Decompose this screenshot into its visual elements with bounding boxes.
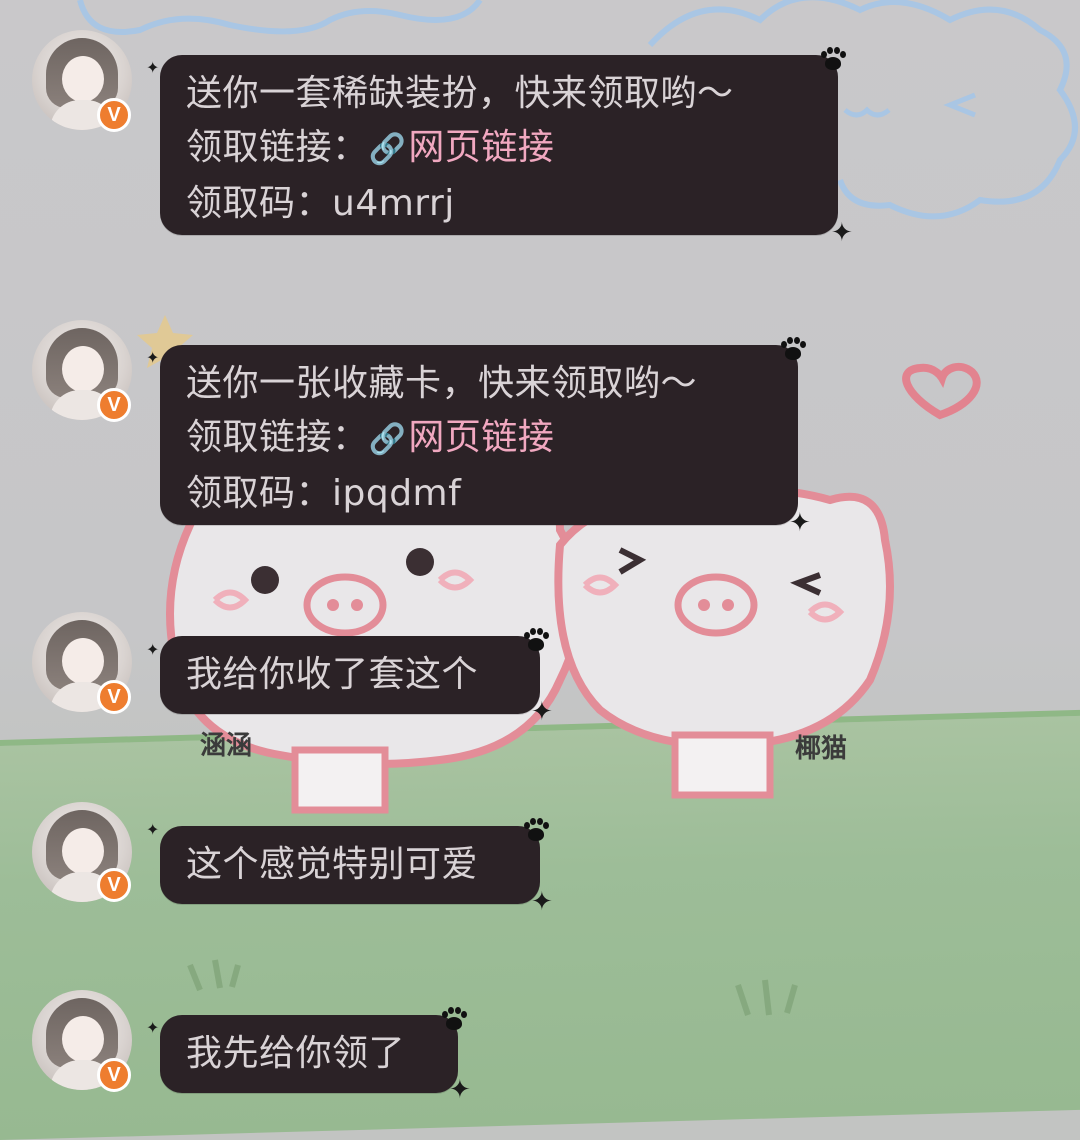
paw-print-icon <box>820 47 846 71</box>
message-text: 我先给你领了 <box>186 1033 406 1074</box>
message-text: 我给你收了套这个 <box>186 654 479 695</box>
sparkle-icon: ✦ <box>146 820 160 839</box>
message-text: 送你一张收藏卡，快来领取哟～ <box>186 363 698 404</box>
verified-badge-icon: V <box>97 680 131 714</box>
message-bubble[interactable]: 我先给你领了 <box>160 1015 458 1093</box>
message-bubble[interactable]: 送你一套稀缺装扮，快来领取哟～ 领取链接：🔗网页链接 领取码：u4mrrj <box>160 55 838 235</box>
verified-badge-icon: V <box>97 388 131 422</box>
web-link[interactable]: 网页链接 <box>408 127 554 168</box>
link-icon: 🔗 <box>368 422 407 457</box>
redeem-code: 领取码：ipqdmf <box>186 473 462 514</box>
sparkle-icon: ✦ <box>789 508 811 538</box>
web-link[interactable]: 网页链接 <box>408 417 554 458</box>
link-label: 领取链接： <box>186 127 369 168</box>
sparkle-icon: ✦ <box>146 58 160 77</box>
paw-print-icon <box>523 628 549 652</box>
sparkle-icon: ✦ <box>146 1018 160 1037</box>
link-icon: 🔗 <box>368 132 407 167</box>
paw-print-icon <box>441 1007 467 1031</box>
message-text: 这个感觉特别可爱 <box>186 844 479 885</box>
redeem-code: 领取码：u4mrrj <box>186 183 455 224</box>
message-bubble[interactable]: 送你一张收藏卡，快来领取哟～ 领取链接：🔗网页链接 领取码：ipqdmf <box>160 345 798 525</box>
sparkle-icon: ✦ <box>449 1075 471 1105</box>
sparkle-icon: ✦ <box>531 697 553 727</box>
background-signature-right: 椰猫 <box>795 734 848 764</box>
link-label: 领取链接： <box>186 417 369 458</box>
verified-badge-icon: V <box>97 98 131 132</box>
background-signature-left: 涵涵 <box>200 731 253 761</box>
paw-print-icon <box>780 337 806 361</box>
verified-badge-icon: V <box>97 868 131 902</box>
sparkle-icon: ✦ <box>146 640 160 659</box>
message-text: 送你一套稀缺装扮，快来领取哟～ <box>186 73 734 114</box>
message-bubble[interactable]: 这个感觉特别可爱 <box>160 826 540 904</box>
paw-print-icon <box>523 818 549 842</box>
verified-badge-icon: V <box>97 1058 131 1092</box>
message-bubble[interactable]: 我给你收了套这个 <box>160 636 540 714</box>
sparkle-icon: ✦ <box>146 348 160 367</box>
sparkle-icon: ✦ <box>831 218 853 248</box>
sparkle-icon: ✦ <box>531 887 553 917</box>
